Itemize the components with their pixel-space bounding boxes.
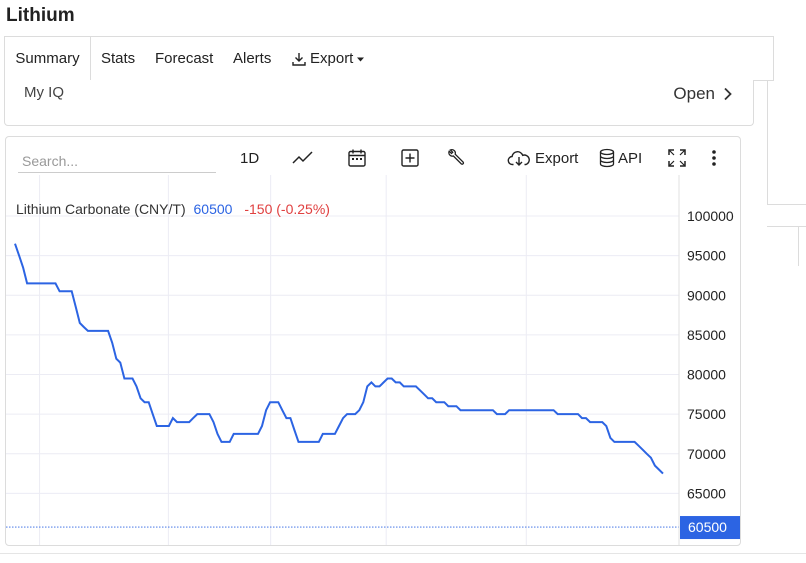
divider [798,226,799,266]
search-input[interactable] [18,147,216,173]
database-icon [599,148,615,168]
y-tick-label: 95000 [687,248,726,264]
tab-summary[interactable]: Summary [5,37,91,82]
chart-type-button[interactable] [292,145,314,171]
open-link[interactable]: Open [673,84,733,104]
interval-button[interactable]: 1D [240,145,259,171]
price-chart: 100000 95000 90000 85000 80000 75000 70000 6500… [6,175,740,545]
export-button[interactable]: Export [507,145,578,171]
tab-export[interactable]: Export [291,37,365,81]
fullscreen-icon [668,149,686,167]
more-vert-icon [712,150,716,166]
divider [0,553,806,554]
current-price-label: 60500 [688,519,727,535]
chevron-right-icon [724,87,732,101]
y-axis: 100000 95000 90000 85000 80000 75000 70000 6500… [678,175,734,545]
series-line [14,243,664,475]
legend-series-name: Lithium Carbonate (CNY/T) [16,201,186,217]
myiq-label: My IQ [24,84,64,101]
y-tick-label: 75000 [687,406,726,422]
tab-alerts[interactable]: Alerts [233,37,271,81]
y-tick-label: 100000 [687,208,734,224]
wrench-icon [448,149,465,165]
tab-bar: Summary Stats Forecast Alerts Export [4,36,774,82]
calendar-icon [348,149,366,167]
api-label: API [618,149,643,167]
divider [767,204,806,205]
cloud-download-icon [507,151,530,166]
divider [767,226,806,227]
api-button[interactable]: API [598,145,642,171]
y-tick-label: 80000 [687,367,726,383]
page-title: Lithium [6,5,75,26]
settings-button[interactable] [446,145,466,171]
line-chart-icon [292,151,313,164]
add-box-icon [401,149,419,167]
y-tick-label: 85000 [687,327,726,343]
export-label: Export [535,149,579,167]
legend-last-value: 60500 [194,201,233,217]
tab-export-label: Export [310,50,354,67]
date-range-button[interactable] [347,145,367,171]
caret-down-icon [357,57,365,61]
add-indicator-button[interactable] [400,145,420,171]
y-tick-label: 70000 [687,446,726,462]
tab-forecast[interactable]: Forecast [155,37,213,81]
y-tick-label: 90000 [687,287,726,303]
fullscreen-button[interactable] [667,145,687,171]
myiq-panel: My IQ Open [4,80,754,126]
chart-legend: Lithium Carbonate (CNY/T) 60500 -150 (-0… [16,201,330,217]
y-tick-label: 65000 [687,485,726,501]
legend-change: -150 (-0.25%) [244,201,330,217]
grid [6,175,679,545]
chart-card: 1D Export API 100000 95000 90000 85000 80000… [5,136,741,546]
download-icon [292,53,306,66]
open-label: Open [673,84,715,103]
divider [767,80,768,204]
more-options-button[interactable] [708,145,720,171]
tab-stats[interactable]: Stats [101,37,135,81]
